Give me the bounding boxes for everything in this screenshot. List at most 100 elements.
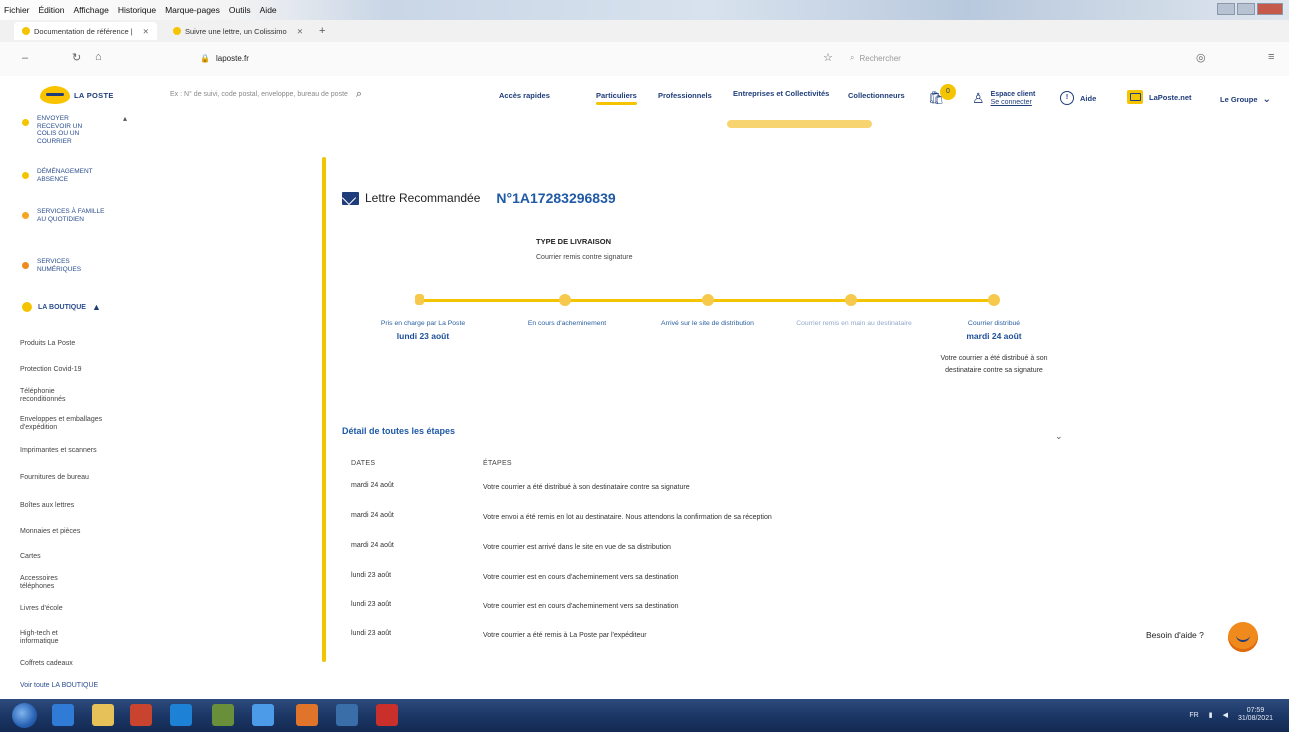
table-row-step: Votre courrier a été distribué à son des… xyxy=(483,484,690,491)
tab-bar: Documentation de référence | ✕ Suivre un… xyxy=(0,20,1289,42)
category-label: SERVICES À FAMILLE AU QUOTIDIEN xyxy=(37,208,105,223)
menu-outils[interactable]: Outils xyxy=(229,5,251,15)
boutique-item[interactable]: Coffrets cadeaux xyxy=(20,660,130,668)
clock[interactable]: 07:59 31/08/2021 xyxy=(1238,707,1273,723)
boutique-item[interactable]: Produits La Poste xyxy=(20,340,130,348)
tracking-number: N°1A17283296839 xyxy=(496,190,616,206)
laposte-net-link[interactable]: LaPoste.net xyxy=(1127,90,1192,104)
url-bar[interactable]: 🔒 laposte.fr xyxy=(200,50,620,66)
boutique-header[interactable]: LA BOUTIQUE ▲ xyxy=(22,302,101,312)
pdf-reader-icon[interactable] xyxy=(376,704,398,726)
menu-icon[interactable]: ≡ xyxy=(1268,51,1274,63)
laposte-logo[interactable]: LA POSTE xyxy=(40,86,114,104)
collapse-icon[interactable]: ▴ xyxy=(123,115,127,123)
chevron-up-icon: ▲ xyxy=(91,302,101,312)
delivery-type-label: TYPE DE LIVRAISON xyxy=(536,237,612,246)
table-row-date: lundi 23 août xyxy=(351,572,392,579)
boutique-item[interactable]: Protection Covid-19 xyxy=(20,366,130,374)
step-label: Arrivé sur le site de distribution xyxy=(661,320,754,327)
le-groupe-dropdown[interactable]: Le Groupe ⌄ xyxy=(1220,94,1271,105)
clock-date: 31/08/2021 xyxy=(1237,715,1273,722)
menu-historique[interactable]: Historique xyxy=(118,5,156,15)
start-button[interactable] xyxy=(12,703,37,728)
detail-steps-toggle[interactable]: Détail de toutes les étapes xyxy=(342,426,455,436)
laposte-logo-icon xyxy=(40,86,70,104)
nav-hover-highlight xyxy=(727,120,872,128)
maximize-button[interactable] xyxy=(1237,3,1255,15)
app-icon[interactable] xyxy=(252,704,274,726)
nav-acces-rapides[interactable]: Accès rapides xyxy=(499,91,550,100)
back-icon[interactable]: – xyxy=(22,52,28,64)
calculator-icon[interactable] xyxy=(336,704,358,726)
tab-suivre[interactable]: Suivre une lettre, un Colissimo ✕ xyxy=(165,22,311,40)
boutique-item[interactable]: Monnaies et pièces xyxy=(20,528,130,536)
new-tab-button[interactable]: + xyxy=(319,25,325,37)
voir-boutique-link[interactable]: Voir toute LA BOUTIQUE xyxy=(20,682,98,689)
nav-entreprises[interactable]: Entreprises et Collectivités xyxy=(733,89,829,98)
mail-icon xyxy=(1127,90,1143,104)
step-label: Courrier remis en main au destinataire xyxy=(796,320,912,327)
step-date: lundi 23 août xyxy=(396,331,450,341)
language-indicator[interactable]: FR xyxy=(1189,712,1198,719)
menu-fichier[interactable]: Fichier xyxy=(4,5,30,15)
boutique-label: LA BOUTIQUE xyxy=(38,303,86,311)
espace-client[interactable]: ♙ Espace client Se connecter xyxy=(972,91,1035,107)
category-icon xyxy=(22,212,29,219)
sidebar-item-services-numeriques[interactable]: SERVICES NUMÉRIQUES xyxy=(22,258,132,273)
chevron-down-icon[interactable]: ⌄ xyxy=(1055,431,1063,442)
sidebar-item-services-famille[interactable]: SERVICES À FAMILLE AU QUOTIDIEN xyxy=(22,208,132,223)
bookmark-star-icon[interactable]: ☆ xyxy=(823,51,833,64)
app-icon[interactable] xyxy=(212,704,234,726)
network-icon[interactable]: ▮ xyxy=(1209,711,1213,719)
close-tab-icon[interactable]: ✕ xyxy=(143,27,149,36)
nav-collectionneurs[interactable]: Collectionneurs xyxy=(848,91,905,100)
nav-particuliers[interactable]: Particuliers xyxy=(596,91,637,105)
category-icon xyxy=(22,119,29,126)
browser-navbar: – ↻ ⌂ 🔒 laposte.fr ☆ ⌕ Rechercher ◎ ≡ xyxy=(0,42,1289,76)
logo-text: LA POSTE xyxy=(74,90,114,100)
chat-help-button[interactable] xyxy=(1228,622,1258,652)
media-player-icon[interactable] xyxy=(130,704,152,726)
search-icon[interactable]: ⌕ xyxy=(356,88,362,101)
step-label: En cours d'acheminement xyxy=(527,320,607,327)
menu-marque-pages[interactable]: Marque-pages xyxy=(165,5,220,15)
file-explorer-icon[interactable] xyxy=(92,704,114,726)
internet-explorer-icon[interactable] xyxy=(52,704,74,726)
menu-affichage[interactable]: Affichage xyxy=(74,5,109,15)
reload-icon[interactable]: ↻ xyxy=(72,51,81,64)
tab-label: Suivre une lettre, un Colissimo xyxy=(184,26,287,36)
chevron-down-icon: ⌄ xyxy=(1262,94,1271,105)
boutique-item[interactable]: Fournitures de bureau xyxy=(20,474,130,482)
menu-aide[interactable]: Aide xyxy=(260,5,277,15)
tab-documentation[interactable]: Documentation de référence | ✕ xyxy=(14,22,157,40)
nav-professionnels[interactable]: Professionnels xyxy=(658,91,712,100)
search-icon: ⌕ xyxy=(850,53,855,62)
site-search[interactable]: Ex : N° de suivi, code postal, enveloppe… xyxy=(170,88,362,101)
boutique-item[interactable]: Livres d'école xyxy=(20,605,130,613)
browser-search-box[interactable]: ⌕ Rechercher xyxy=(850,50,1100,66)
pocket-icon[interactable]: ◎ xyxy=(1196,51,1206,64)
sidebar-item-demenagement[interactable]: DÉMÉNAGEMENT ABSENCE xyxy=(22,168,132,183)
sidebar-item-envoyer[interactable]: ENVOYER RECEVOIR UN COLIS OU UN COURRIER… xyxy=(22,115,142,145)
groupe-label: Le Groupe xyxy=(1220,95,1258,104)
category-icon xyxy=(22,262,29,269)
home-icon[interactable]: ⌂ xyxy=(95,51,102,63)
boutique-item[interactable]: Téléphonie reconditionnés xyxy=(20,388,90,404)
boutique-item[interactable]: Boîtes aux lettres xyxy=(20,502,130,510)
boutique-item[interactable]: Cartes xyxy=(20,553,130,561)
close-window-button[interactable] xyxy=(1257,3,1283,15)
aide-link[interactable]: ! Aide xyxy=(1060,91,1096,105)
laposte-net-label: LaPoste.net xyxy=(1149,92,1192,102)
volume-icon[interactable]: ◀ xyxy=(1223,711,1228,719)
close-tab-icon[interactable]: ✕ xyxy=(297,27,303,36)
boutique-item[interactable]: Accessoires téléphones xyxy=(20,575,90,591)
boutique-item[interactable]: Imprimantes et scanners xyxy=(20,447,130,455)
menu-edition[interactable]: Édition xyxy=(39,5,65,15)
firefox-icon[interactable] xyxy=(296,704,318,726)
boutique-item[interactable]: Enveloppes et emballages d'expédition xyxy=(20,416,112,432)
app-icon[interactable] xyxy=(170,704,192,726)
boutique-item[interactable]: High-tech et informatique xyxy=(20,630,90,646)
help-bubble-icon: ! xyxy=(1060,91,1074,105)
minimize-button[interactable] xyxy=(1217,3,1235,15)
se-connecter-link[interactable]: Se connecter xyxy=(991,99,1036,107)
